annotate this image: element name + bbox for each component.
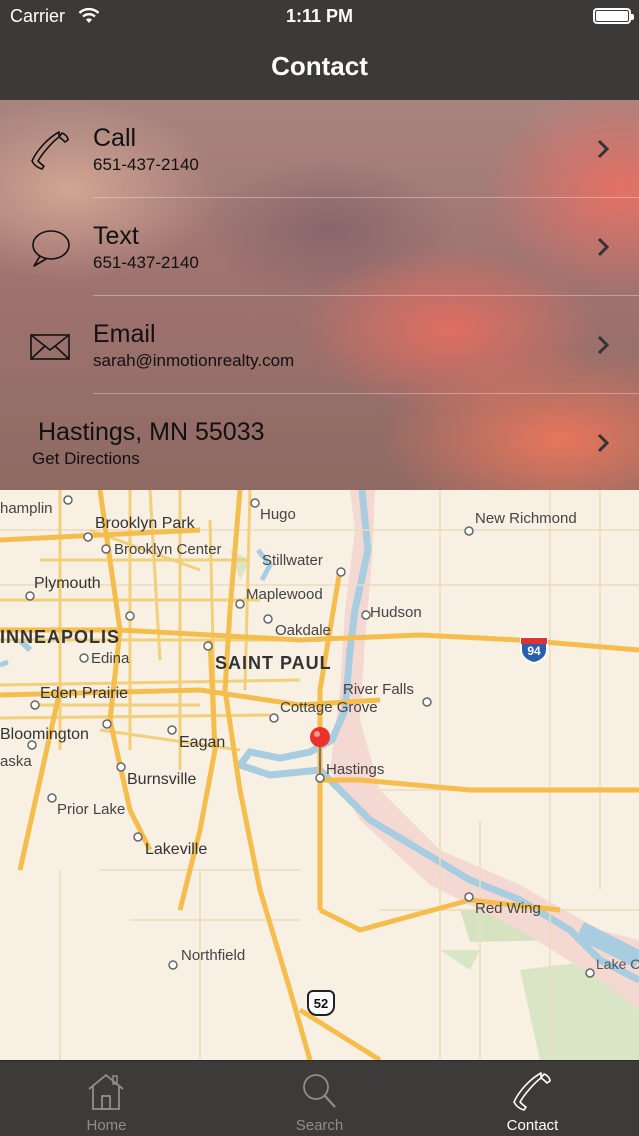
email-row[interactable]: Email sarah@inmotionrealty.com bbox=[0, 296, 639, 394]
map-place-label: Hugo bbox=[260, 506, 296, 523]
map-place-label: hamplin bbox=[0, 500, 53, 517]
map-place-label: Bloomington bbox=[0, 726, 89, 743]
map-place-label: Northfield bbox=[181, 947, 246, 964]
phone-icon bbox=[31, 131, 69, 170]
park-area bbox=[440, 950, 480, 970]
text-number: 651-437-2140 bbox=[93, 253, 199, 272]
house-icon bbox=[88, 1073, 124, 1110]
chevron-right-icon bbox=[597, 237, 610, 257]
map-place-label: aska bbox=[0, 753, 32, 770]
map-place-label: Cottage Grove bbox=[280, 699, 378, 716]
tab-label: Search bbox=[295, 1117, 344, 1134]
map-place-label: River Falls bbox=[343, 681, 414, 698]
directions-row[interactable]: Hastings, MN 55033 Get Directions bbox=[0, 394, 639, 490]
tab-bar: Home Search Contact bbox=[0, 1060, 639, 1136]
map-place-label: Eagan bbox=[179, 734, 226, 751]
battery-icon bbox=[593, 8, 634, 24]
email-label: Email bbox=[93, 320, 156, 348]
map-place-label: Red Wing bbox=[475, 900, 541, 917]
map-place-label: SAINT PAUL bbox=[215, 653, 332, 673]
map-place-label: Edina bbox=[91, 650, 130, 667]
map-place-label: Hastings bbox=[326, 761, 385, 778]
address-label: Hastings, MN 55033 bbox=[38, 418, 265, 446]
email-address: sarah@inmotionrealty.com bbox=[93, 351, 295, 370]
map-view[interactable]: New Richmond Hugo Stillwater Brooklyn Pa… bbox=[0, 490, 639, 1060]
text-label: Text bbox=[93, 222, 139, 250]
map-place-label: Plymouth bbox=[34, 575, 101, 592]
map-place-label: Lakeville bbox=[145, 841, 208, 858]
map-place-label: New Richmond bbox=[475, 510, 577, 527]
shield-number: 94 bbox=[527, 644, 541, 658]
map-place-label: INNEAPOLIS bbox=[0, 627, 121, 647]
chevron-right-icon bbox=[597, 335, 610, 355]
map-place-label: Prior Lake bbox=[57, 801, 126, 818]
map-place-label: Brooklyn Park bbox=[95, 515, 195, 532]
map-place-label: Hudson bbox=[370, 604, 422, 621]
page-title: Contact bbox=[271, 51, 368, 81]
chevron-right-icon bbox=[597, 139, 610, 159]
tab-search[interactable]: Search bbox=[213, 1061, 426, 1136]
status-bar: Carrier 1:11 PM bbox=[0, 0, 639, 34]
call-number: 651-437-2140 bbox=[93, 155, 199, 174]
map-place-label: Lake C bbox=[596, 956, 639, 972]
map-place-label: Eden Prairie bbox=[40, 685, 129, 702]
phone-icon bbox=[513, 1072, 551, 1111]
tab-home[interactable]: Home bbox=[0, 1061, 213, 1136]
text-row[interactable]: Text 651-437-2140 bbox=[0, 198, 639, 296]
get-directions-label: Get Directions bbox=[32, 449, 140, 468]
chevron-right-icon bbox=[597, 433, 610, 453]
speech-bubble-icon bbox=[32, 230, 70, 267]
tab-label: Home bbox=[86, 1117, 127, 1134]
lake bbox=[0, 659, 9, 668]
call-row[interactable]: Call 651-437-2140 bbox=[0, 100, 639, 198]
tab-label: Contact bbox=[506, 1117, 559, 1134]
route-shield-icon: 52 bbox=[307, 990, 335, 1016]
map-place-label: Brooklyn Center bbox=[114, 541, 222, 558]
tab-contact[interactable]: Contact bbox=[426, 1061, 639, 1136]
shield-number: 52 bbox=[313, 996, 329, 1011]
map-place-label: Burnsville bbox=[127, 771, 197, 788]
envelope-icon bbox=[30, 334, 70, 360]
map-place-label: Stillwater bbox=[262, 552, 323, 569]
call-label: Call bbox=[93, 124, 137, 152]
navigation-bar: Contact bbox=[0, 34, 639, 100]
map-place-label: Oakdale bbox=[275, 622, 331, 639]
contact-panel: Call 651-437-2140 Text 651-437-2140 Emai… bbox=[0, 100, 639, 490]
magnifier-icon bbox=[303, 1074, 336, 1108]
map-place-label: Maplewood bbox=[246, 586, 323, 603]
interstate-shield-icon: 94 bbox=[519, 636, 549, 664]
clock: 1:11 PM bbox=[285, 6, 354, 26]
